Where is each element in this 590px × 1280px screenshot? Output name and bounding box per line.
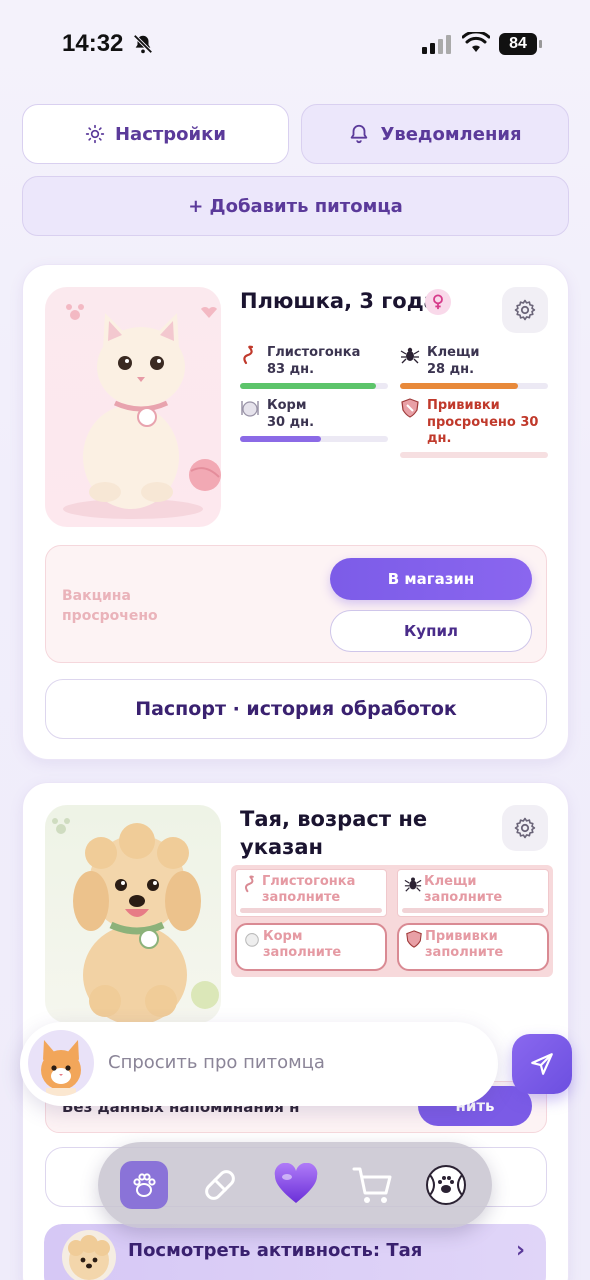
bell-off-icon (133, 34, 153, 54)
shield-icon (401, 398, 419, 418)
food-icon (245, 933, 259, 947)
ask-input[interactable]: Спросить про питомца (108, 1052, 325, 1073)
tab-medicine[interactable] (196, 1161, 244, 1209)
alert-line2: просрочено (62, 608, 158, 624)
progress-fill (240, 436, 322, 442)
tab-bar (98, 1142, 492, 1228)
metric-label: Глистогонка (262, 874, 356, 889)
notifications-button[interactable]: Уведомления (301, 104, 569, 164)
metric-value: 83 дн. (267, 362, 315, 377)
tab-shop[interactable] (348, 1161, 396, 1209)
metric-ticks[interactable]: Клещи заполните (397, 869, 549, 917)
settings-label: Настройки (114, 123, 226, 145)
metric-value: заполните (424, 890, 503, 905)
cat-image (45, 287, 221, 527)
progress-bar (402, 908, 544, 913)
pet-name-line2: указан (240, 835, 323, 859)
metric-label: Прививки (425, 929, 498, 944)
paw-icon (133, 1173, 156, 1197)
status-time: 14:32 (62, 30, 124, 57)
sun-gear-icon (85, 124, 105, 144)
progress-bar (240, 383, 388, 389)
metric-vaccines[interactable]: Прививки просрочено 30 дн. (400, 398, 548, 458)
tick-icon (404, 877, 422, 892)
progress-fill (240, 383, 377, 389)
metric-label: Клещи (424, 874, 477, 889)
cart-icon (352, 1167, 392, 1203)
notifications-label: Уведомления (380, 123, 522, 145)
metric-label: Прививки (427, 398, 500, 413)
metric-label: Глистогонка (267, 345, 361, 360)
ask-bar: Спросить про питомца (20, 1022, 498, 1106)
add-pet-button[interactable]: + Добавить питомца (22, 176, 569, 236)
settings-button[interactable]: Настройки (22, 104, 289, 164)
pet-card-1: Плюшка, 3 года Глистогонка 83 дн. Клещи … (22, 264, 569, 760)
metric-value-line2: дн. (427, 431, 452, 446)
bought-button[interactable]: Купил (330, 610, 532, 652)
progress-bar (400, 452, 548, 458)
dog-image (45, 805, 221, 1023)
signal-icon (422, 34, 451, 54)
activity-banner[interactable]: Посмотреть активность: Тая › (44, 1224, 546, 1280)
metric-deworming[interactable]: Глистогонка заполните (235, 869, 387, 917)
metric-ticks[interactable]: Клещи 28 дн. (400, 345, 548, 389)
metric-food[interactable]: Корм заполните (235, 923, 387, 971)
alert-line1: Вакцина (62, 588, 131, 604)
metric-label: Клещи (427, 345, 480, 360)
dog-avatar (62, 1230, 116, 1280)
tick-icon (400, 347, 420, 364)
tab-play[interactable] (422, 1161, 470, 1209)
alert-text: Вакцина просрочено (62, 586, 158, 626)
gear-icon (514, 817, 536, 839)
heart-icon (274, 1163, 318, 1203)
missing-data-grid: Глистогонка заполните Клещи заполните Ко… (231, 865, 553, 977)
worm-icon (244, 875, 254, 893)
metric-food[interactable]: Корм 30 дн. (240, 398, 388, 442)
gear-icon (514, 299, 536, 321)
tab-pets[interactable] (120, 1161, 168, 1209)
pet-name-line1: Тая, возраст не (240, 807, 428, 831)
wifi-icon (462, 32, 490, 52)
metric-vaccines[interactable]: Прививки заполните (397, 923, 549, 971)
female-icon (425, 289, 451, 315)
battery-icon: 84 (499, 33, 537, 55)
shield-icon (406, 930, 422, 948)
pet-settings-button[interactable] (502, 287, 548, 333)
pill-icon (205, 1170, 235, 1200)
ball-icon (426, 1165, 466, 1205)
metric-value: заполните (263, 945, 342, 960)
shop-button[interactable]: В магазин (330, 558, 532, 600)
pet-name: Тая, возраст не указан (240, 805, 427, 861)
send-icon (531, 1053, 553, 1075)
progress-bar (240, 436, 388, 442)
tab-health[interactable] (272, 1161, 320, 1209)
progress-bar (400, 383, 548, 389)
pet-name: Плюшка, 3 года (240, 289, 438, 313)
passport-button[interactable]: Паспорт · история обработок (45, 679, 547, 739)
worm-icon (243, 345, 254, 365)
activity-label: Посмотреть активность: Тая (128, 1240, 423, 1261)
metric-value: 28 дн. (427, 362, 475, 377)
metric-deworming[interactable]: Глистогонка 83 дн. (240, 345, 388, 389)
cat-avatar (28, 1030, 94, 1096)
progress-bar (240, 908, 382, 913)
vaccine-alert: Вакцина просрочено В магазин Купил (45, 545, 547, 663)
pet-settings-button[interactable] (502, 805, 548, 851)
food-icon (241, 401, 259, 417)
battery-tip (539, 40, 542, 48)
metric-value-line1: просрочено 30 (427, 415, 539, 430)
bell-icon (351, 124, 368, 144)
metric-value: заполните (262, 890, 341, 905)
metric-label: Корм (263, 929, 303, 944)
metric-value: 30 дн. (267, 415, 315, 430)
status-bar: 14:32 84 (0, 0, 590, 88)
metric-value: заполните (425, 945, 504, 960)
chevron-right-icon: › (516, 1238, 526, 1263)
progress-fill (400, 383, 519, 389)
metric-label: Корм (267, 398, 307, 413)
send-button[interactable] (512, 1034, 572, 1094)
